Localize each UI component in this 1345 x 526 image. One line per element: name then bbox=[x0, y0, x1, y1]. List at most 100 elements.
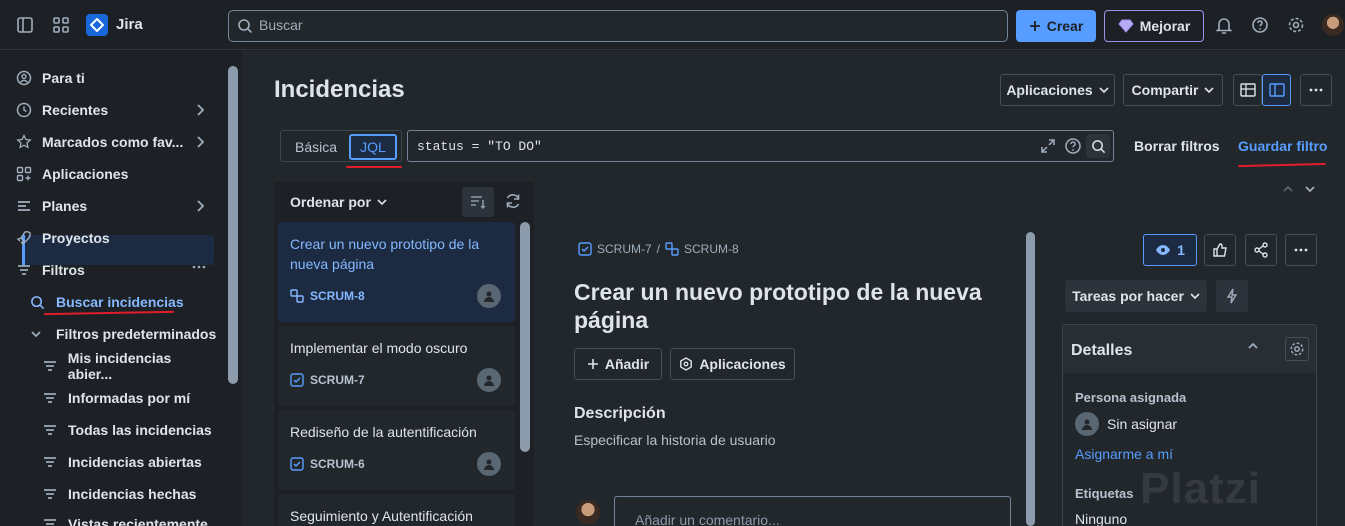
chevron-down-icon[interactable] bbox=[1304, 184, 1316, 194]
sidebar-subitem[interactable]: Informadas por mí bbox=[42, 384, 218, 412]
user-avatar[interactable] bbox=[1322, 14, 1344, 36]
chevron-up-icon[interactable] bbox=[1247, 341, 1259, 351]
issue-card[interactable]: Implementar el modo oscuro SCRUM-7 bbox=[278, 326, 515, 406]
jql-query-field[interactable]: status = "TO DO" bbox=[407, 130, 1114, 162]
chevron-up-icon[interactable] bbox=[1282, 184, 1294, 194]
plus-icon bbox=[1029, 21, 1040, 31]
lightning-bolt-icon bbox=[1226, 288, 1238, 304]
app-switcher-icon[interactable] bbox=[50, 14, 72, 36]
expand-icon[interactable] bbox=[1040, 138, 1056, 154]
search-icon[interactable] bbox=[1086, 134, 1110, 158]
sidebar-item-label: Planes bbox=[42, 198, 88, 214]
sidebar-subitem-label: Incidencias abiertas bbox=[68, 454, 202, 470]
upgrade-button[interactable]: Mejorar bbox=[1104, 10, 1204, 42]
jql-mode-option[interactable]: JQL bbox=[349, 134, 397, 160]
settings-gear-icon[interactable] bbox=[1285, 337, 1309, 361]
sidebar-subitem[interactable]: Incidencias hechas bbox=[42, 480, 218, 508]
status-dropdown[interactable]: Tareas por hacer bbox=[1065, 280, 1207, 312]
comment-input[interactable]: Añadir un comentario... bbox=[614, 496, 1011, 526]
sidebar-item-filtros[interactable]: Filtros bbox=[16, 256, 216, 284]
issue-card[interactable]: Seguimiento y Autentificación bbox=[278, 494, 515, 526]
create-button[interactable]: Crear bbox=[1016, 10, 1096, 42]
labels-label: Etiquetas bbox=[1075, 486, 1134, 501]
sort-by-label: Ordenar por bbox=[290, 194, 371, 210]
global-search[interactable] bbox=[228, 10, 1008, 42]
more-actions-button[interactable] bbox=[1285, 234, 1317, 266]
add-button[interactable]: Añadir bbox=[574, 348, 662, 380]
sidebar-item-aplicaciones[interactable]: Aplicaciones bbox=[16, 160, 216, 188]
sidebar-item-marcados[interactable]: Marcados como fav... bbox=[16, 128, 216, 156]
sidebar-group-filtros-predeterminados[interactable]: Filtros predeterminados bbox=[30, 320, 220, 348]
more-options-icon[interactable] bbox=[192, 260, 206, 274]
refresh-icon[interactable] bbox=[504, 192, 522, 210]
split-view-icon bbox=[1268, 83, 1285, 97]
breadcrumb-issue-key[interactable]: SCRUM-8 bbox=[684, 242, 739, 256]
share-button[interactable] bbox=[1245, 234, 1277, 266]
sidebar-item-recientes[interactable]: Recientes bbox=[16, 96, 216, 124]
sidebar-subitem[interactable]: Incidencias abiertas bbox=[42, 448, 218, 476]
chevron-right-icon bbox=[196, 199, 206, 213]
assignee-value[interactable]: Sin asignar bbox=[1107, 416, 1177, 432]
issue-card[interactable]: Rediseño de la autentificación SCRUM-6 bbox=[278, 410, 515, 490]
detail-scrollbar[interactable] bbox=[1026, 232, 1035, 526]
filter-icon bbox=[42, 390, 62, 406]
bell-icon[interactable] bbox=[1213, 14, 1235, 36]
sidebar-item-label: Para ti bbox=[42, 70, 85, 86]
issue-card-selected[interactable]: Crear un nuevo prototipo de la nueva pág… bbox=[278, 222, 515, 322]
details-title: Detalles bbox=[1071, 342, 1133, 359]
chevron-right-icon bbox=[196, 103, 206, 117]
plans-icon bbox=[16, 198, 36, 214]
user-circle-icon bbox=[16, 70, 36, 86]
create-button-label: Crear bbox=[1046, 18, 1084, 34]
sort-by-dropdown[interactable]: Ordenar por bbox=[290, 194, 387, 210]
sidebar-item-para-ti[interactable]: Para ti bbox=[16, 64, 216, 92]
automation-button[interactable] bbox=[1216, 280, 1248, 312]
help-icon[interactable] bbox=[1249, 14, 1271, 36]
unassigned-avatar-icon[interactable] bbox=[477, 368, 501, 392]
issue-list-scrollbar[interactable] bbox=[520, 222, 530, 452]
issue-title[interactable]: Crear un nuevo prototipo de la nueva pág… bbox=[574, 278, 1014, 334]
unassigned-avatar-icon[interactable] bbox=[477, 284, 501, 308]
assign-to-me-link[interactable]: Asignarme a mí bbox=[1075, 446, 1173, 462]
labels-value[interactable]: Ninguno bbox=[1075, 511, 1127, 526]
like-button[interactable] bbox=[1204, 234, 1236, 266]
detail-view-button[interactable] bbox=[1262, 74, 1291, 106]
unassigned-avatar-icon[interactable] bbox=[477, 452, 501, 476]
filter-icon bbox=[42, 516, 62, 526]
sidebar-scrollbar[interactable] bbox=[228, 66, 238, 384]
share-dropdown-button[interactable]: Compartir bbox=[1123, 74, 1223, 106]
share-dropdown-label: Compartir bbox=[1131, 82, 1199, 98]
details-header[interactable]: Detalles bbox=[1063, 325, 1316, 373]
jql-query-text[interactable]: status = "TO DO" bbox=[417, 139, 542, 154]
list-view-button[interactable] bbox=[1233, 74, 1262, 106]
sidebar-toggle-icon[interactable] bbox=[14, 14, 36, 36]
chevron-down-icon bbox=[1099, 87, 1109, 94]
issue-card-title: Implementar el modo oscuro bbox=[290, 340, 468, 356]
gem-icon bbox=[1118, 19, 1134, 33]
more-actions-button[interactable] bbox=[1300, 74, 1332, 106]
sidebar-item-planes[interactable]: Planes bbox=[16, 192, 216, 220]
apps-dropdown-button[interactable]: Aplicaciones bbox=[1000, 74, 1115, 106]
sort-icon bbox=[471, 196, 486, 209]
sidebar-subitem[interactable]: Mis incidencias abier... bbox=[42, 350, 218, 382]
jira-logo-icon[interactable] bbox=[86, 14, 108, 36]
search-input[interactable] bbox=[259, 17, 959, 33]
sort-order-button[interactable] bbox=[462, 187, 494, 217]
clear-filters-button[interactable]: Borrar filtros bbox=[1134, 138, 1220, 154]
sidebar-subitem[interactable]: Vistas recientemente bbox=[42, 510, 218, 526]
settings-gear-icon[interactable] bbox=[1285, 14, 1307, 36]
sidebar-subitem[interactable]: Todas las incidencias bbox=[42, 416, 218, 444]
sidebar-item-proyectos[interactable]: Proyectos bbox=[16, 224, 216, 252]
app-name[interactable]: Jira bbox=[116, 16, 143, 33]
clock-icon bbox=[16, 102, 36, 118]
issue-card-key: SCRUM-8 bbox=[290, 289, 365, 303]
watch-button[interactable]: 1 bbox=[1143, 234, 1197, 266]
help-icon[interactable] bbox=[1064, 137, 1082, 155]
unassigned-avatar-icon bbox=[1075, 412, 1099, 436]
apps-button[interactable]: Aplicaciones bbox=[670, 348, 795, 380]
description-text[interactable]: Especificar la historia de usuario bbox=[574, 432, 776, 448]
basic-mode-option[interactable]: Básica bbox=[295, 139, 337, 155]
save-filter-button[interactable]: Guardar filtro bbox=[1238, 138, 1327, 154]
sidebar-subitem-label: Vistas recientemente bbox=[68, 516, 208, 526]
breadcrumb-parent-key[interactable]: SCRUM-7 bbox=[597, 242, 652, 256]
